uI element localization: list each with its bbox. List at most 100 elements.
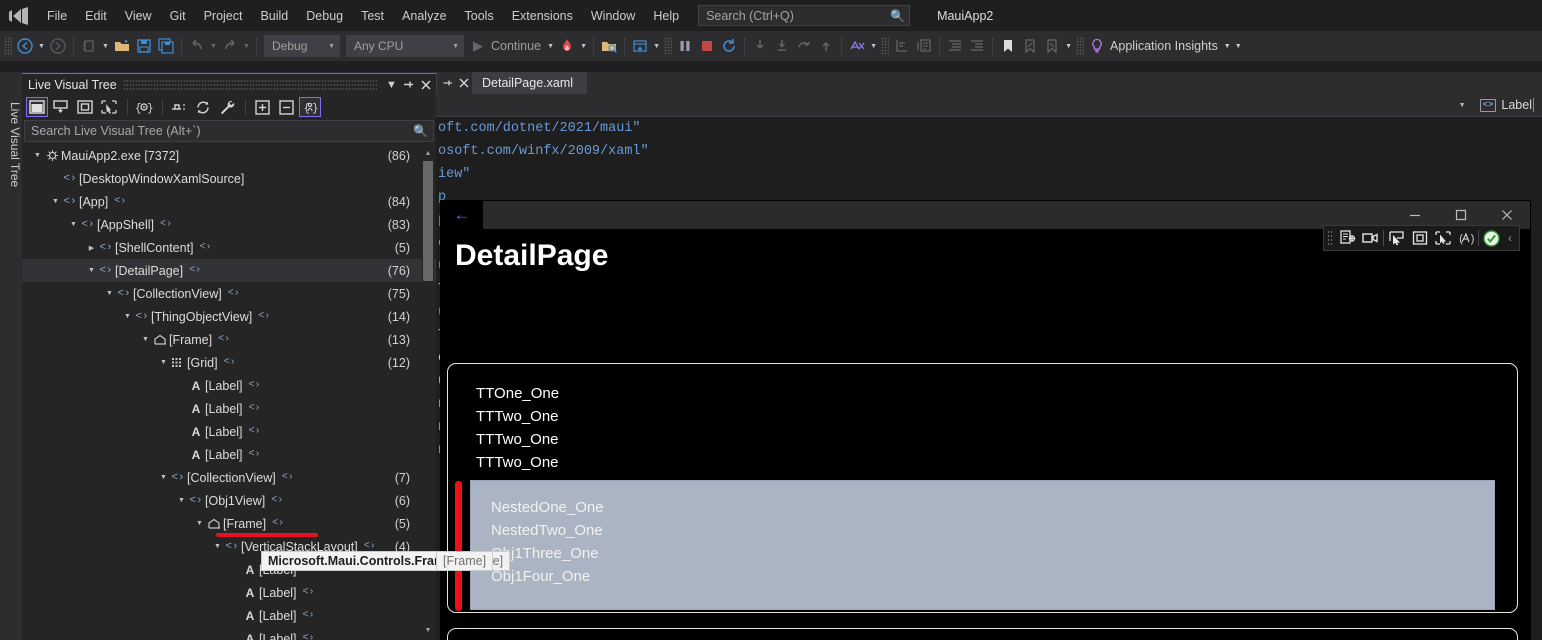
open-file-icon[interactable]: [111, 35, 133, 57]
expander-collapse-icon[interactable]: ▼: [158, 474, 169, 481]
new-project-dropdown[interactable]: ▼: [100, 43, 111, 50]
thing-object-frame-1[interactable]: TTOne_One TTTwo_One TTTwo_One TTTwo_One …: [447, 363, 1518, 613]
xaml-source-icon[interactable]: <›: [224, 357, 236, 368]
tree-node-appshell-3[interactable]: ▼ <› [AppShell] <› (83): [22, 213, 436, 236]
thing-object-frame-2[interactable]: TTOne_Two TTTwo_Two TTTwo_Two: [447, 628, 1518, 640]
tab-pin-icon[interactable]: [440, 77, 456, 89]
menu-window[interactable]: Window: [582, 4, 644, 28]
expander-collapse-icon[interactable]: ▼: [194, 520, 205, 527]
xaml-hot-reload-icon[interactable]: [846, 35, 868, 57]
back-arrow-icon[interactable]: ←: [441, 201, 483, 229]
toolbar-grip[interactable]: [4, 37, 12, 55]
overlay-toolbar-grip[interactable]: [1327, 230, 1334, 246]
tree-node-detailpage-5[interactable]: ▼ <› [DetailPage] <› (76): [22, 259, 436, 282]
close-icon[interactable]: [417, 76, 434, 94]
undo-dropdown[interactable]: ▼: [208, 43, 219, 50]
application-insights-dropdown[interactable]: ▼: [1222, 43, 1233, 50]
menu-extensions[interactable]: Extensions: [503, 4, 582, 28]
xaml-source-icon[interactable]: <›: [303, 610, 315, 621]
editor-tab-detailpage-xaml[interactable]: DetailPage.xaml: [472, 72, 588, 94]
tree-node-frame-8[interactable]: ▼ [Frame] <› (13): [22, 328, 436, 351]
chevron-left-icon[interactable]: ‹: [1503, 231, 1517, 245]
chevron-down-icon[interactable]: ▼: [383, 76, 400, 94]
track-focused-element-icon[interactable]: [1431, 227, 1454, 249]
step-over-icon[interactable]: [771, 35, 793, 57]
preview-selection-icon[interactable]: [74, 97, 96, 117]
break-all-dropdown[interactable]: ▼: [651, 43, 662, 50]
collapse-all-icon[interactable]: [275, 97, 297, 117]
live-preview-icon[interactable]: [1359, 227, 1382, 249]
refresh-icon[interactable]: [192, 97, 214, 117]
toolbar-grip[interactable]: [881, 37, 890, 55]
menu-debug[interactable]: Debug: [297, 4, 352, 28]
expander-collapse-icon[interactable]: ▼: [158, 359, 169, 366]
comment-selection-icon[interactable]: [913, 35, 935, 57]
expander-expand-icon[interactable]: ▶: [86, 244, 97, 252]
tree-node-collectionview-14[interactable]: ▼ <› [CollectionView] <› (7): [22, 466, 436, 489]
step-out-icon[interactable]: [793, 35, 815, 57]
save-icon[interactable]: [133, 35, 155, 57]
live-visual-tree-search-input[interactable]: Search Live Visual Tree (Alt+`) 🔍: [24, 120, 434, 142]
scroll-down-icon[interactable]: ▼: [422, 624, 434, 637]
tree-node-mauiapp2.exe 7372-0[interactable]: ▼ MauiApp2.exe [7372] (86): [22, 144, 436, 167]
expander-collapse-icon[interactable]: ▼: [86, 267, 97, 274]
menu-analyze[interactable]: Analyze: [393, 4, 455, 28]
solution-configuration-select[interactable]: Debug ▼: [264, 35, 340, 57]
xaml-source-icon[interactable]: <›: [114, 196, 126, 207]
navigate-forward-icon[interactable]: [47, 35, 69, 57]
xaml-source-icon[interactable]: <›: [218, 334, 230, 345]
new-project-icon[interactable]: [78, 35, 100, 57]
tree-node-frame-16[interactable]: ▼ [Frame] <› (5): [22, 512, 436, 535]
xaml-source-icon[interactable]: <›: [303, 633, 315, 640]
nested-obj1-frame-highlighted[interactable]: NestedOne_One NestedTwo_One Obj1Three_On…: [455, 480, 1495, 611]
tree-node-label-10[interactable]: A [Label] <›: [22, 374, 436, 397]
hot-reload-dropdown[interactable]: ▼: [578, 43, 589, 50]
xaml-source-icon[interactable]: <›: [160, 219, 172, 230]
vertical-tab-live-visual-tree[interactable]: Live Visual Tree: [0, 77, 22, 207]
tree-node-label-20[interactable]: A [Label] <›: [22, 604, 436, 627]
xaml-source-icon[interactable]: <›: [189, 265, 201, 276]
expander-collapse-icon[interactable]: ▼: [68, 221, 79, 228]
menu-edit[interactable]: Edit: [76, 4, 116, 28]
expander-collapse-icon[interactable]: ▼: [104, 290, 115, 297]
redo-dropdown[interactable]: ▼: [241, 43, 252, 50]
save-all-icon[interactable]: [155, 35, 177, 57]
toolbar-grip[interactable]: [664, 37, 673, 55]
xaml-source-icon[interactable]: <›: [249, 449, 261, 460]
tree-node-label-12[interactable]: A [Label] <›: [22, 420, 436, 443]
toolbar-overflow-button[interactable]: ▼: [1233, 43, 1244, 50]
xaml-source-icon[interactable]: <›: [272, 518, 284, 529]
menu-view[interactable]: View: [116, 4, 161, 28]
toggle-bookmark-icon[interactable]: [997, 35, 1019, 57]
display-layout-adorners-icon[interactable]: [50, 97, 72, 117]
expander-collapse-icon[interactable]: ▼: [140, 336, 151, 343]
restart-icon[interactable]: [718, 35, 740, 57]
select-element-icon[interactable]: [26, 97, 48, 117]
increase-indent-icon[interactable]: [944, 35, 966, 57]
expander-collapse-icon[interactable]: ▼: [50, 198, 61, 205]
xaml-hot-reload-dropdown[interactable]: ▼: [868, 43, 879, 50]
bookmark-overflow[interactable]: ▼: [1063, 43, 1074, 50]
xaml-hot-reload-icon[interactable]: (): [1454, 227, 1477, 249]
expander-collapse-icon[interactable]: ▼: [32, 152, 43, 159]
hot-reload-status-ok-icon[interactable]: [1480, 227, 1503, 249]
toolbar-grip[interactable]: [1076, 37, 1085, 55]
navigate-back-icon[interactable]: [14, 35, 36, 57]
tree-node-desktopwindowxamlsource-1[interactable]: <› [DesktopWindowXamlSource]: [22, 167, 436, 190]
menu-git[interactable]: Git: [161, 4, 195, 28]
xaml-source-icon[interactable]: <›: [200, 242, 212, 253]
settings-wrench-icon[interactable]: [216, 97, 238, 117]
tree-node-label-21[interactable]: A [Label] <›: [22, 627, 436, 640]
tree-node-app-2[interactable]: ▼ <› [App] <› (84): [22, 190, 436, 213]
hot-reload-fire-icon[interactable]: [556, 35, 578, 57]
tree-node-thingobjectview-7[interactable]: ▼ <› [ThingObjectView] <› (14): [22, 305, 436, 328]
tree-node-label-11[interactable]: A [Label] <›: [22, 397, 436, 420]
navbar-element-name[interactable]: Label: [1501, 98, 1532, 112]
pin-icon[interactable]: [400, 76, 417, 94]
select-element-icon[interactable]: [1385, 227, 1408, 249]
menu-file[interactable]: File: [38, 4, 76, 28]
show-runtime-tools-icon[interactable]: [168, 97, 190, 117]
expander-collapse-icon[interactable]: ▼: [176, 497, 187, 504]
stop-debugging-icon[interactable]: [696, 35, 718, 57]
expand-all-icon[interactable]: [251, 97, 273, 117]
